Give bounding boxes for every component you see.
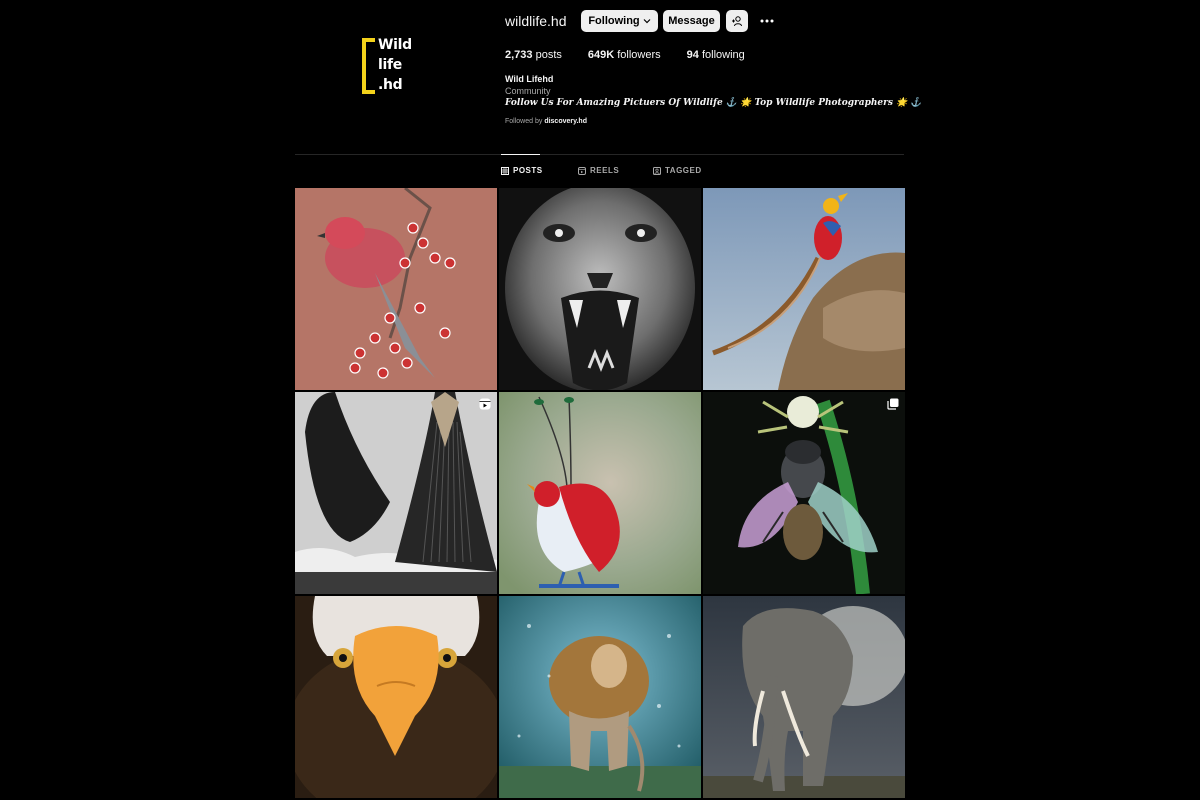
message-button[interactable]: Message [663, 10, 720, 32]
suggest-user-button[interactable] [726, 10, 748, 32]
profile-bio: Follow Us For Amazing Pictuers Of Wildli… [505, 98, 922, 108]
posts-label: posts [535, 49, 562, 61]
posts-number: 2,733 [505, 49, 533, 61]
post-pine-grosbeak[interactable] [295, 188, 497, 390]
add-user-icon [732, 16, 742, 27]
post-crab-spider[interactable] [703, 392, 905, 594]
following-stat-label: following [701, 49, 745, 61]
lion-rain-image [499, 596, 701, 798]
post-humpback-whales[interactable] [295, 392, 497, 594]
post-lion-shaking[interactable] [499, 596, 701, 798]
reels-icon [578, 166, 586, 175]
logo-bracket [362, 38, 375, 94]
elephant-image [703, 596, 905, 798]
tab-reels[interactable]: REELS [578, 166, 619, 175]
post-bald-eagle[interactable] [295, 596, 497, 798]
more-options-icon[interactable] [758, 10, 776, 32]
followers-count[interactable]: 649K followers [588, 49, 661, 61]
profile-avatar[interactable]: Wild life .hd [342, 18, 442, 118]
post-elephant[interactable] [703, 596, 905, 798]
followers-number: 649K [587, 49, 615, 61]
posts-count: 2,733 posts [505, 49, 562, 61]
tab-tagged[interactable]: TAGGED [653, 166, 702, 175]
chevron-down-icon [643, 19, 651, 24]
logo-line-1: Wild [378, 37, 412, 53]
reel-icon [479, 398, 491, 410]
followed-by: Followed by discovery.hd [505, 118, 587, 125]
tab-tagged-label: TAGGED [665, 166, 702, 175]
followers-label: followers [617, 49, 661, 61]
tab-posts-label: POSTS [513, 166, 543, 175]
following-label: Following [588, 15, 640, 27]
post-golden-pheasant[interactable] [703, 188, 905, 390]
spider-fly-image [703, 392, 905, 594]
grid-icon [501, 166, 509, 175]
eagle-image [295, 596, 497, 798]
post-roaring-lion[interactable] [499, 188, 701, 390]
tab-posts[interactable]: POSTS [501, 166, 543, 175]
following-number: 94 [686, 49, 699, 61]
tab-reels-label: REELS [590, 166, 620, 175]
logo-line-2: life [378, 57, 402, 73]
logo-line-3: .hd [378, 77, 403, 93]
tabs-divider [295, 154, 904, 155]
active-tab-indicator [501, 154, 540, 155]
following-button[interactable]: Following [581, 10, 658, 32]
wildlife-hd-logo: Wild life .hd [362, 36, 422, 100]
profile-username: wildlife.hd [505, 13, 567, 29]
followed-by-user[interactable]: discovery.hd [544, 118, 587, 125]
profile-stats: 2,733 posts 649K followers 94 following [505, 49, 771, 61]
following-count[interactable]: 94 following [687, 49, 745, 61]
profile-name: Wild Lifehd [505, 74, 554, 84]
followed-by-prefix: Followed by [505, 118, 543, 125]
whales-image [295, 392, 497, 594]
lion-roar-image [499, 188, 701, 390]
bird-of-paradise-image [499, 392, 701, 594]
tagged-icon [653, 166, 661, 175]
bird-berries-image [295, 188, 497, 390]
profile-category: Community [505, 86, 551, 96]
post-bird-of-paradise[interactable] [499, 392, 701, 594]
pheasant-image [703, 188, 905, 390]
carousel-icon [887, 398, 899, 410]
